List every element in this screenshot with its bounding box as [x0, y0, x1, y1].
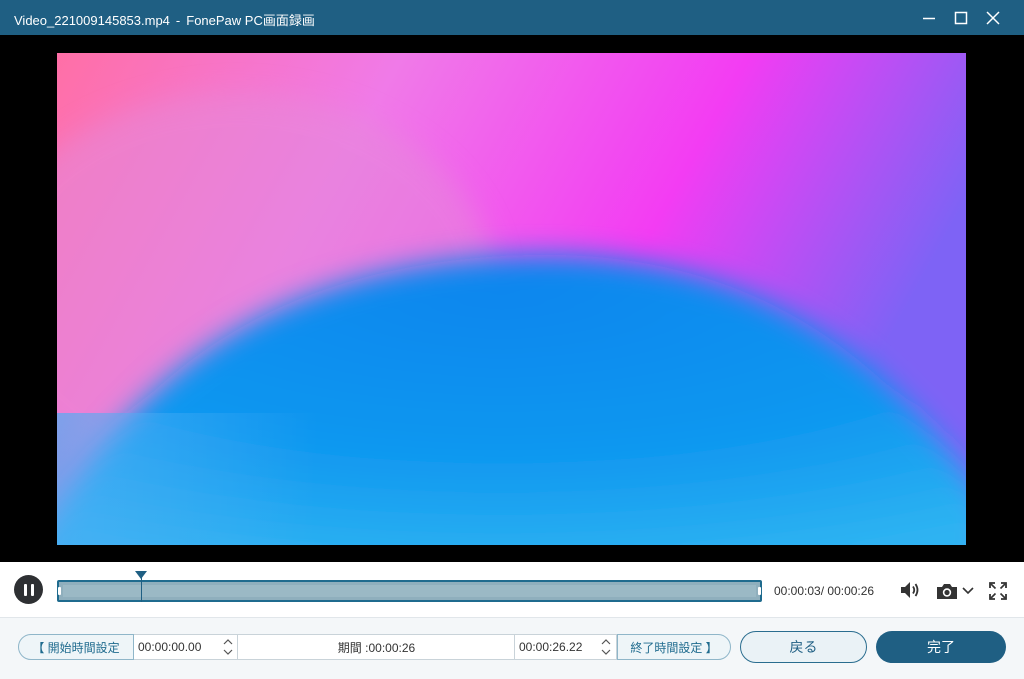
start-time-spinner[interactable]: [222, 636, 234, 658]
fullscreen-button[interactable]: [986, 581, 1010, 601]
trim-time-group: 00:00:00.00 期間 :00:00:26 00:00:26.22: [134, 634, 617, 660]
chevron-up-icon: [223, 639, 233, 645]
close-button[interactable]: [977, 0, 1009, 35]
title-bar: Video_221009145853.mp4- FonePaw PC画面録画: [0, 0, 1024, 35]
snapshot-button[interactable]: [934, 580, 960, 602]
start-time-field[interactable]: 00:00:00.00: [138, 635, 218, 659]
set-start-button[interactable]: 【 開始時間設定: [18, 634, 134, 660]
timeline-bar[interactable]: [57, 580, 762, 602]
window-title: Video_221009145853.mp4- FonePaw PC画面録画: [14, 10, 315, 29]
app-name: FonePaw PC画面録画: [186, 13, 315, 28]
duration-display: 期間 :00:00:26: [337, 640, 416, 655]
video-frame-image: [57, 53, 966, 545]
chevron-down-icon: [223, 649, 233, 655]
set-end-button[interactable]: 終了時間設定 】: [617, 634, 731, 660]
playhead-line: [141, 576, 142, 602]
trim-end-handle[interactable]: [758, 587, 761, 595]
file-name: Video_221009145853.mp4: [14, 13, 170, 28]
pause-button[interactable]: [14, 575, 43, 604]
divider: [514, 635, 515, 659]
minimize-icon: [923, 17, 935, 19]
minimize-button[interactable]: [913, 0, 945, 35]
playback-controls: 00:00:03/ 00:00:26: [0, 562, 1024, 617]
end-time-field[interactable]: 00:00:26.22: [519, 635, 599, 659]
total-time: 00:00:26: [827, 584, 875, 598]
title-separator: -: [175, 13, 181, 28]
trim-start-handle[interactable]: [58, 587, 61, 595]
chevron-down-icon: [601, 649, 611, 655]
video-viewer: [0, 35, 1024, 562]
end-time-spinner[interactable]: [600, 636, 612, 658]
done-button[interactable]: 完了: [876, 631, 1006, 663]
maximize-button[interactable]: [945, 0, 977, 35]
maximize-icon: [954, 11, 968, 24]
snapshot-menu-button[interactable]: [961, 583, 975, 599]
chevron-down-icon: [962, 587, 974, 595]
timeline-track: [63, 585, 756, 597]
trim-panel: 【 開始時間設定 00:00:00.00 期間 :00:00:26 00:00:…: [0, 617, 1024, 679]
video-preview[interactable]: [57, 53, 966, 545]
back-button[interactable]: 戻る: [740, 631, 867, 663]
speaker-icon: [901, 582, 919, 598]
camera-icon: [937, 584, 957, 599]
current-time: 00:00:03/: [774, 584, 825, 598]
fullscreen-icon: [989, 582, 1007, 600]
pause-icon-bar: [30, 583, 34, 596]
volume-button[interactable]: [898, 579, 924, 601]
chevron-up-icon: [601, 639, 611, 645]
time-readout: 00:00:03/ 00:00:26: [774, 584, 874, 598]
pause-icon: [23, 583, 27, 596]
close-icon: [986, 10, 1000, 25]
